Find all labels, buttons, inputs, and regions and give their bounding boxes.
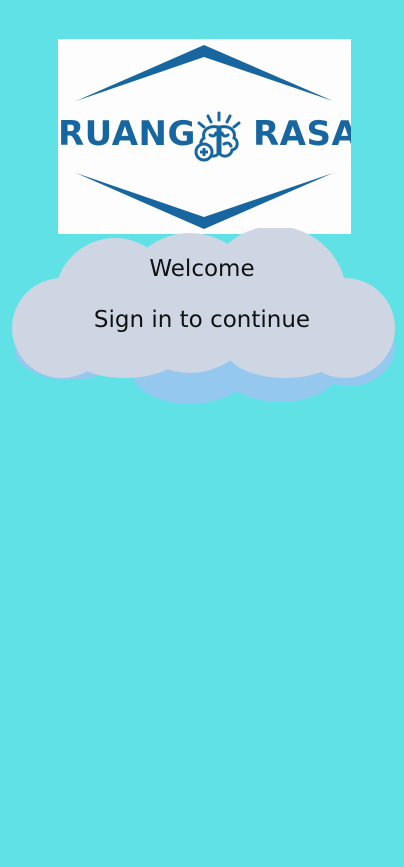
sign-in-subtitle: Sign in to continue: [93, 307, 311, 333]
logo-text-rasa: RASA: [253, 114, 351, 154]
app-logo: RUANG RASA: [58, 39, 351, 234]
welcome-heading: Welcome: [149, 256, 255, 282]
logo-text-ruang: RUANG: [58, 114, 196, 154]
brain-icon: [194, 111, 241, 162]
